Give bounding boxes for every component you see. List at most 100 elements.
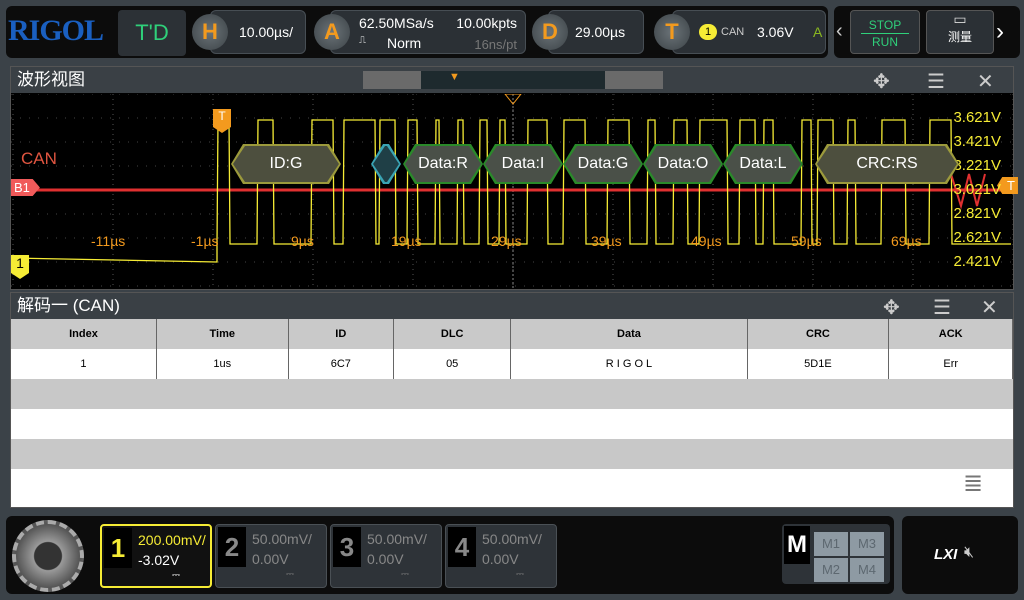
time-tick-label: 39µs [591, 233, 622, 249]
memory-overview[interactable]: ▼ [363, 71, 663, 89]
column-header[interactable]: ACK [888, 319, 1013, 349]
table-cell [889, 469, 1013, 499]
waveform-title: 波形视图 [17, 70, 85, 89]
packet-label: Data:L [725, 146, 801, 182]
decode-packet-data[interactable]: Data:G [563, 144, 643, 184]
stop-run-button[interactable]: STOP RUN [850, 10, 920, 54]
table-cell: 1 [11, 349, 157, 379]
horizontal-icon[interactable]: H [192, 14, 228, 50]
ruler-icon: ▭ [953, 11, 967, 27]
channel-scale: 200.00mV/ [138, 532, 206, 548]
table-row[interactable] [11, 469, 1013, 499]
waveform-window: 波形视图 ▼ ✥ ☰ ✕ CAN B1 1 T T -11µs -1µs 9µs 19… [10, 66, 1018, 290]
acquisition-panel[interactable]: 62.50MSa/s 10.00kpts ⎍ Norm 16ns/pt [330, 10, 526, 54]
table-cell [889, 379, 1013, 409]
channel-number: 4 [448, 527, 476, 567]
column-header[interactable]: CRC [747, 319, 890, 349]
volt-tick-label: 2.421V [953, 253, 1001, 270]
decode-packet-crc[interactable]: CRC:RS [815, 144, 959, 184]
math-m1-button[interactable]: M1 [814, 532, 848, 556]
column-header[interactable]: Index [11, 319, 157, 349]
resolution: 16ns/pt [474, 37, 517, 52]
dc-coupling-icon: ⎓ [172, 570, 180, 581]
table-cell [11, 439, 156, 469]
column-header[interactable]: DLC [393, 319, 512, 349]
channel-scale: 50.00mV/ [482, 531, 542, 547]
acq-mode: Norm [387, 35, 422, 51]
rigol-logo: RIGOL [8, 14, 104, 47]
math-m4-button[interactable]: M4 [850, 558, 884, 582]
touch-icon[interactable]: ✥ [873, 69, 890, 94]
table-row[interactable] [11, 379, 1013, 409]
table-cell [747, 469, 889, 499]
trigger-pos-marker: ▼ [449, 71, 460, 83]
table-cell [393, 379, 510, 409]
volt-tick-label: 2.621V [953, 229, 1001, 246]
trigger-level: 3.06V [757, 24, 794, 40]
packet-label: Data:O [645, 146, 721, 182]
trigger-icon[interactable]: T [654, 14, 690, 50]
decode-packet-data[interactable]: Data:R [403, 144, 483, 184]
packet-label: ID:G [233, 146, 339, 182]
decode-packet-data[interactable]: Data:I [483, 144, 563, 184]
column-header[interactable]: ID [288, 319, 394, 349]
table-cell [511, 469, 747, 499]
trigger-type: CAN [721, 26, 745, 38]
delay-icon[interactable]: D [532, 14, 568, 50]
table-row[interactable] [11, 409, 1013, 439]
table-cell [747, 379, 889, 409]
channel-offset: 0.00V [252, 551, 289, 567]
decode-window: 解码一 (CAN) ✥ ☰ ✕ Index Time ID DLC Data CRC ACK… [10, 292, 1014, 508]
channel-offset: -3.02V [138, 552, 180, 568]
decode-packet-id[interactable]: ID:G [231, 144, 341, 184]
channel-2-button[interactable]: 2 50.00mV/0.00V ⎓ [215, 524, 327, 588]
chevron-right-icon[interactable]: › [996, 18, 1004, 46]
trigger-panel[interactable]: 1 CAN 3.06V A [672, 10, 826, 54]
acquire-icon[interactable]: A [314, 14, 350, 50]
table-row[interactable]: 1 1us 6C7 05 R I G O L 5D1E Err [11, 349, 1013, 379]
home-gear-icon[interactable] [12, 520, 84, 592]
channel-4-button[interactable]: 4 50.00mV/0.00V ⎓ [445, 524, 557, 588]
measure-label: 测量 [947, 30, 972, 44]
time-tick-label: 9µs [291, 233, 314, 249]
trigger-source-badge: 1 [699, 24, 717, 40]
close-icon[interactable]: ✕ [981, 295, 998, 320]
chevron-left-icon[interactable]: ‹ [836, 20, 843, 43]
packet-label: Data:R [405, 146, 481, 182]
math-panel[interactable]: M M1 M3 M2 M4 [782, 524, 890, 584]
table-row[interactable] [11, 439, 1013, 469]
waveform-plot[interactable] [11, 94, 1013, 290]
channel-scale: 50.00mV/ [367, 531, 427, 547]
time-tick-label: 49µs [691, 233, 722, 249]
menu-icon[interactable]: ☰ [933, 295, 951, 320]
packet-label: CRC:RS [817, 146, 957, 182]
collapse-list-icon[interactable]: ≣ [963, 469, 983, 498]
time-tick-label: -1µs [191, 233, 219, 249]
math-m3-button[interactable]: M3 [850, 532, 884, 556]
table-cell [156, 469, 288, 499]
decode-packet-data[interactable]: Data:O [643, 144, 723, 184]
time-mode-button[interactable]: T'D [118, 10, 186, 56]
time-tick-label: 69µs [891, 233, 922, 249]
channel-scale: 50.00mV/ [252, 531, 312, 547]
volt-tick-label: 2.821V [953, 205, 1001, 222]
mute-icon[interactable]: 🔇︎ [964, 544, 974, 562]
time-tick-label: 29µs [491, 233, 522, 249]
status-panel: LXI 🔇︎ [902, 516, 1018, 594]
decode-packet-data[interactable]: Data:L [723, 144, 803, 184]
table-cell: 5D1E [747, 349, 890, 379]
math-m2-button[interactable]: M2 [814, 558, 848, 582]
menu-icon[interactable]: ☰ [927, 69, 945, 94]
column-header[interactable]: Data [510, 319, 748, 349]
dc-coupling-icon: ⎓ [286, 569, 294, 580]
touch-icon[interactable]: ✥ [883, 295, 900, 320]
close-icon[interactable]: ✕ [977, 69, 994, 94]
column-header[interactable]: Time [156, 319, 289, 349]
channel-3-button[interactable]: 3 50.00mV/0.00V ⎓ [330, 524, 442, 588]
channel-number: 2 [218, 527, 246, 567]
measure-button[interactable]: ▭ 测量 [926, 10, 994, 54]
channel-1-button[interactable]: 1 200.00mV/ -3.02V ⎓ [100, 524, 212, 588]
table-cell [511, 409, 747, 439]
table-cell: 1us [156, 349, 289, 379]
decode-title-bar: 解码一 (CAN) [11, 293, 1013, 319]
